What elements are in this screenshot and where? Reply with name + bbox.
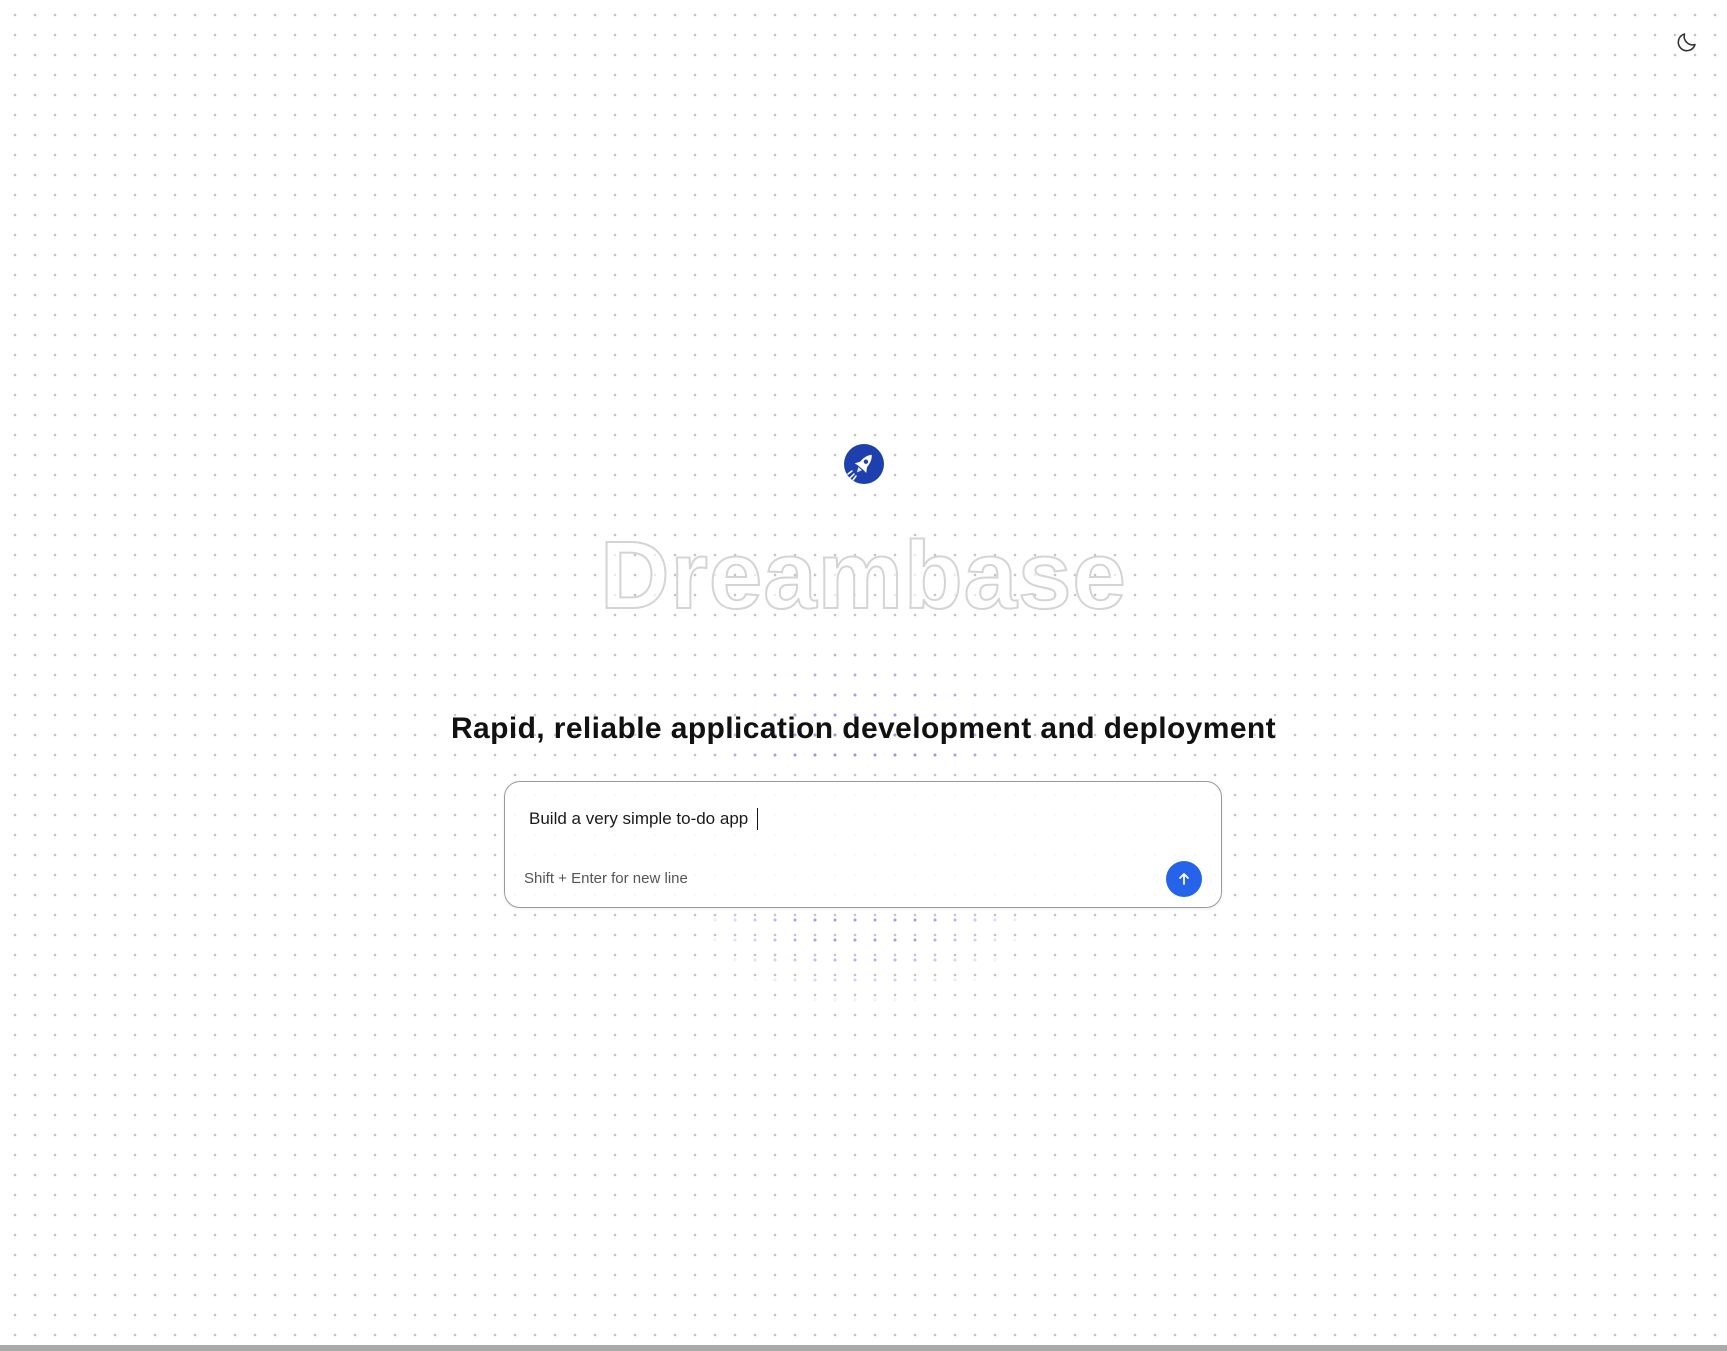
prompt-input[interactable] [529,806,1189,832]
text-caret [757,808,758,830]
bottom-scrollbar[interactable] [0,1345,1727,1351]
page-tagline: Rapid, reliable application development … [450,712,1277,745]
decorative-dot-glow-bottom [700,905,1030,1005]
arrow-up-icon [1179,873,1189,885]
logo [844,444,884,484]
send-button[interactable] [1166,861,1202,897]
moon-icon [1677,33,1696,52]
brand-name: Dreambase [599,522,1127,629]
decorative-dot-glow-top [700,640,1030,770]
newline-hint: Shift + Enter for new line [524,870,688,887]
theme-toggle-button[interactable] [1669,24,1705,60]
rocket-icon [844,444,884,484]
prompt-composer: Shift + Enter for new line [504,781,1222,908]
